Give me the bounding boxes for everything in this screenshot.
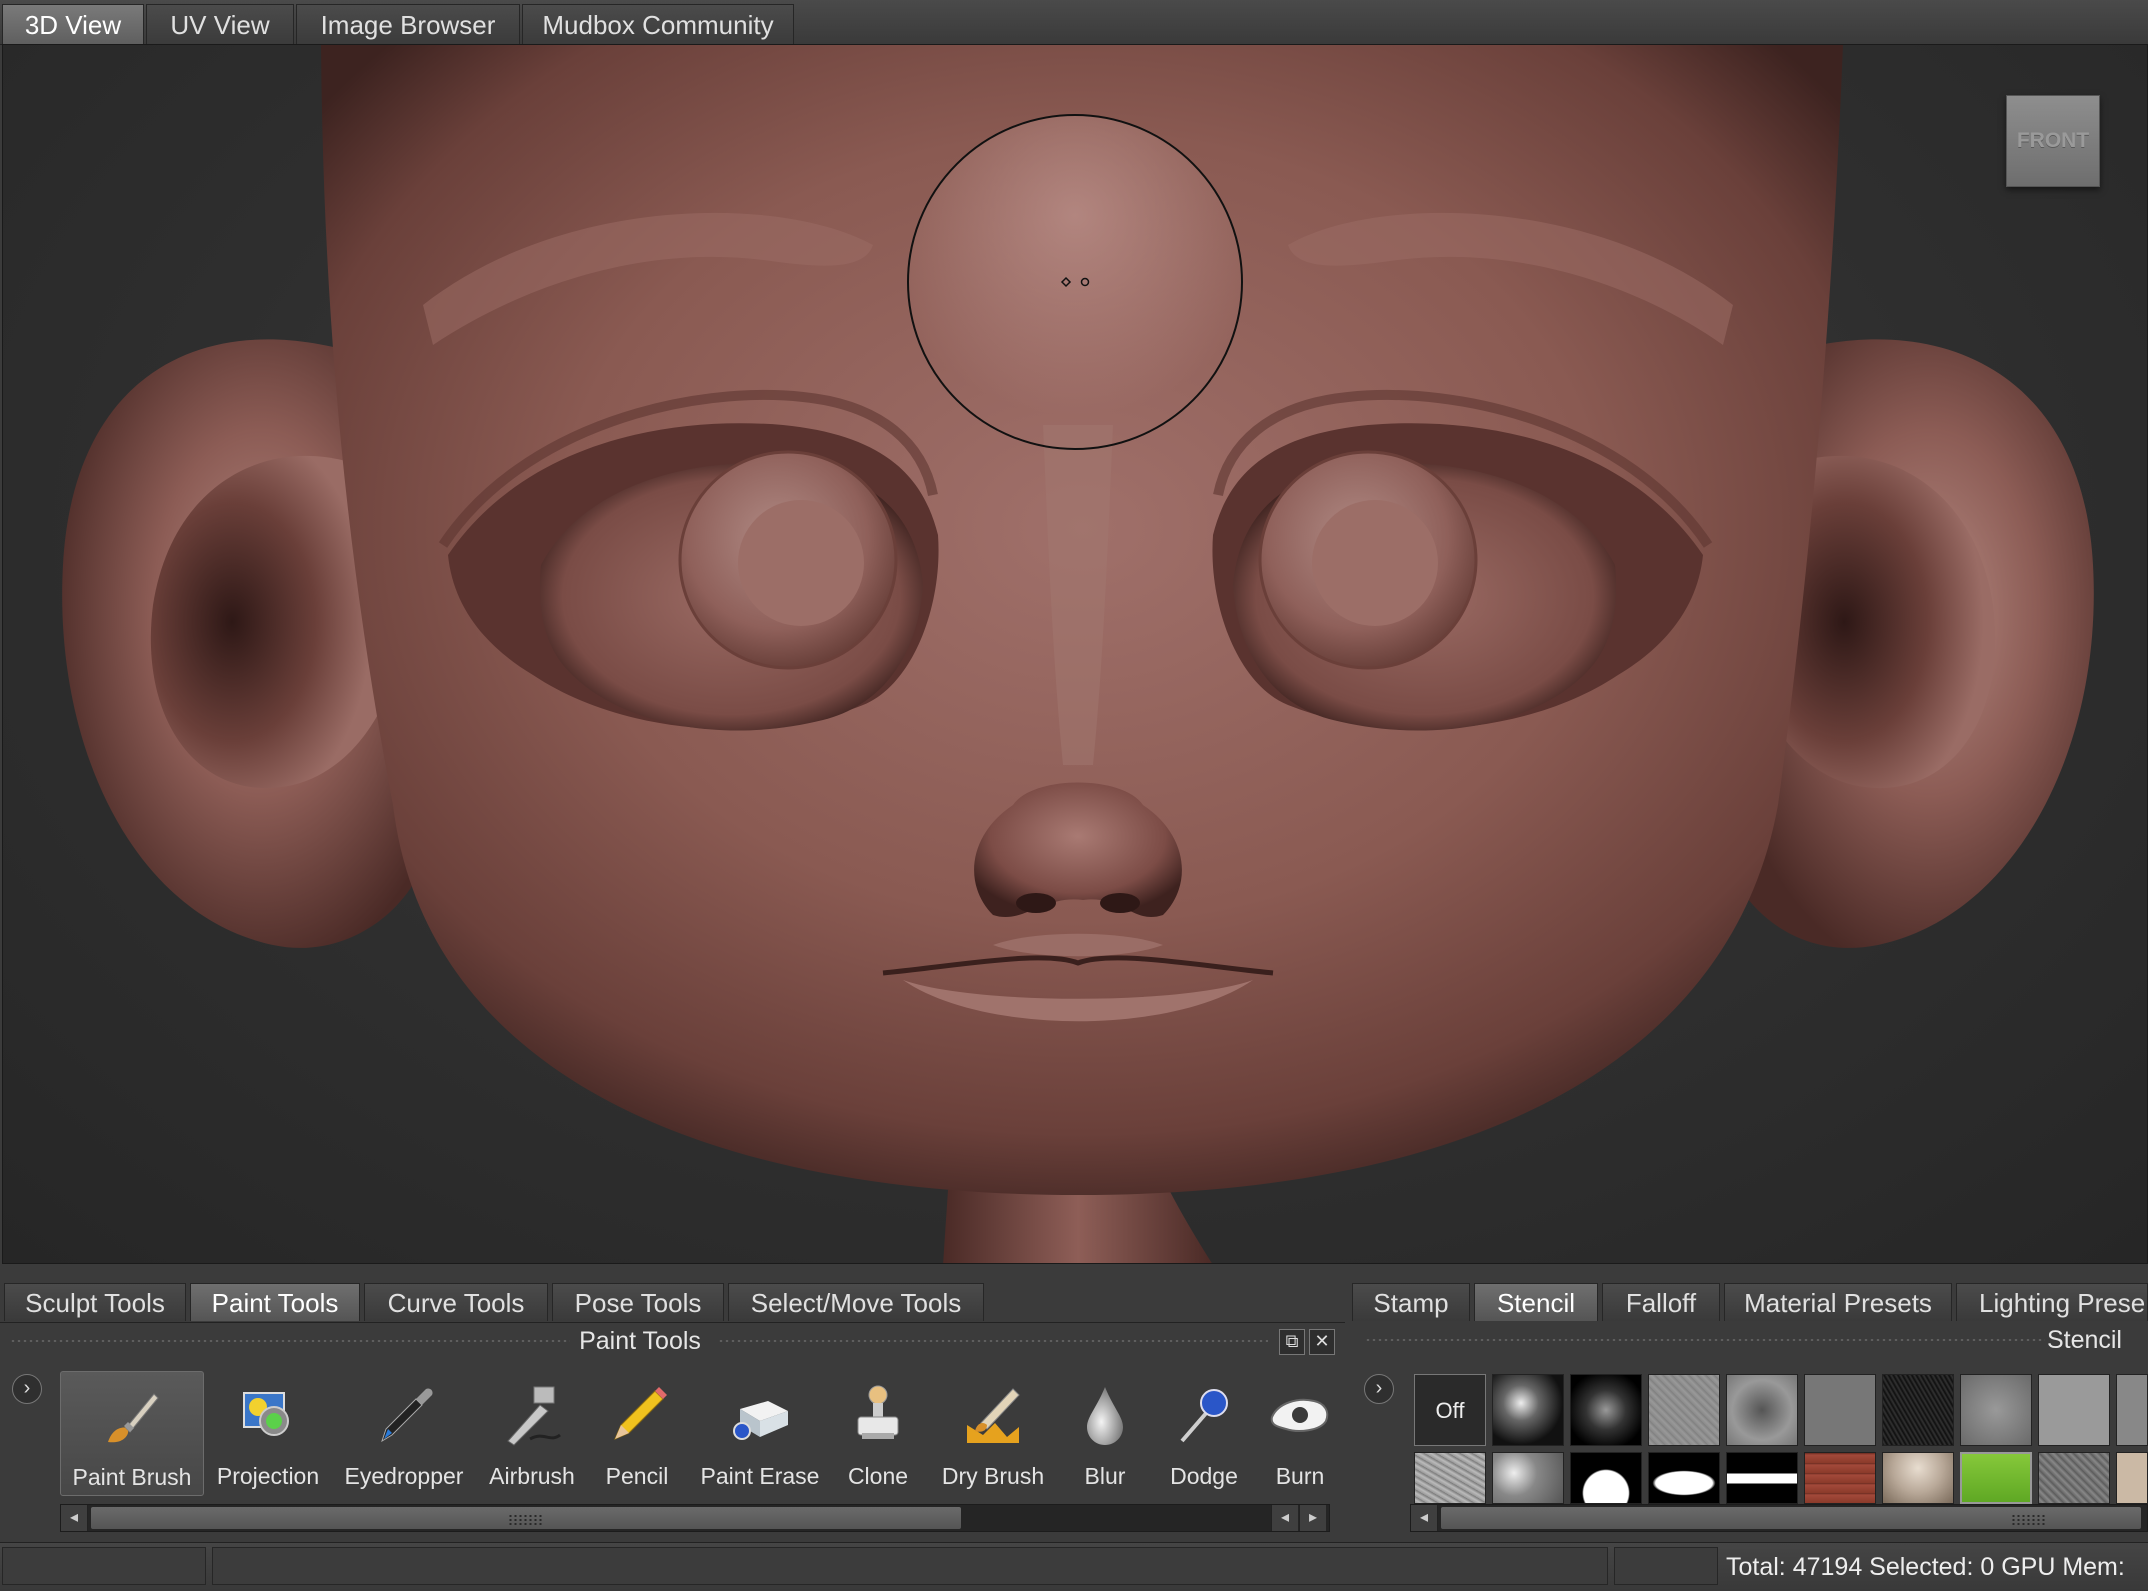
stencil-swatch[interactable] [2116, 1374, 2148, 1446]
tools-scrollbar[interactable]: ◂ ◂ ▸ [60, 1504, 1330, 1532]
stencil-swatch[interactable] [1570, 1374, 1642, 1446]
stencil-swatch[interactable] [1414, 1452, 1486, 1504]
dodge-icon [1180, 1389, 1228, 1443]
paint-erase-icon [733, 1401, 788, 1440]
stencil-swatch[interactable] [1648, 1452, 1720, 1504]
view-tab-bar: 3D View UV View Image Browser Mudbox Com… [0, 0, 2148, 45]
stencil-swatch[interactable] [1570, 1452, 1642, 1504]
tab-material-presets[interactable]: Material Presets [1724, 1283, 1952, 1321]
stencil-swatch[interactable] [1492, 1374, 1564, 1446]
stencil-off-swatch[interactable]: Off [1414, 1374, 1486, 1446]
stencil-swatch[interactable] [2038, 1452, 2110, 1504]
tab-select-move-tools[interactable]: Select/Move Tools [728, 1283, 984, 1321]
header-grip [1365, 1338, 2045, 1342]
stencil-swatch[interactable] [1804, 1452, 1876, 1504]
tool-pencil[interactable]: Pencil [582, 1371, 692, 1496]
stencil-swatch[interactable] [2116, 1452, 2148, 1504]
tool-airbrush[interactable]: Airbrush [462, 1371, 602, 1496]
sculpt-head-model[interactable] [3, 45, 2148, 1264]
tab-sculpt-tools[interactable]: Sculpt Tools [4, 1283, 186, 1321]
tool-label: Blur [1084, 1463, 1126, 1489]
stencil-swatch[interactable] [1648, 1374, 1720, 1446]
grip-icon [508, 1514, 544, 1526]
burn-icon [1270, 1398, 1329, 1432]
tool-label: Pencil [605, 1463, 669, 1489]
tool-label: Airbrush [489, 1463, 575, 1489]
tool-label: Clone [847, 1463, 909, 1489]
stencil-swatch[interactable] [1726, 1374, 1798, 1446]
tab-curve-tools[interactable]: Curve Tools [364, 1283, 548, 1321]
grip-icon [2011, 1514, 2047, 1526]
tab-image-browser[interactable]: Image Browser [296, 4, 520, 44]
tool-label: Dodge [1170, 1463, 1238, 1489]
scroll-thumb[interactable] [91, 1507, 961, 1529]
stencil-title: Stencil [2046, 1326, 2122, 1354]
status-field [1614, 1547, 1718, 1585]
status-message-field [212, 1547, 1608, 1585]
header-grip [718, 1339, 1268, 1343]
stencil-swatch[interactable] [1492, 1452, 1564, 1504]
tab-stamp[interactable]: Stamp [1352, 1283, 1470, 1321]
tool-label: Paint Brush [72, 1464, 192, 1490]
tab-pose-tools[interactable]: Pose Tools [552, 1283, 724, 1321]
scroll-thumb[interactable] [1441, 1507, 2141, 1529]
stencil-scrollbar[interactable]: ◂ [1410, 1504, 2148, 1532]
tab-stencil[interactable]: Stencil [1474, 1283, 1598, 1321]
expand-tray-icon[interactable]: › [12, 1374, 42, 1404]
stencil-swatch[interactable] [1726, 1452, 1798, 1504]
3d-viewport[interactable]: FRONT [2, 44, 2148, 1264]
tool-dodge[interactable]: Dodge [1150, 1371, 1258, 1496]
tool-projection[interactable]: Projection [196, 1371, 340, 1496]
stencil-swatch[interactable] [1804, 1374, 1876, 1446]
tool-label: Eyedropper [344, 1463, 464, 1489]
view-cube[interactable]: FRONT [2006, 95, 2100, 187]
tool-paint-brush[interactable]: Paint Brush [60, 1371, 204, 1496]
float-tray-icon[interactable]: ⧉ [1279, 1329, 1305, 1355]
scroll-left-arrow[interactable]: ◂ [61, 1505, 88, 1531]
scroll-right-arrow[interactable]: ▸ [1299, 1505, 1326, 1531]
stencil-swatch[interactable] [1960, 1374, 2032, 1446]
dry-brush-icon [967, 1388, 1020, 1443]
tool-label: Burn [1275, 1463, 1325, 1489]
tool-dry-brush[interactable]: Dry Brush [922, 1371, 1064, 1496]
scroll-left-arrow[interactable]: ◂ [1411, 1505, 1438, 1531]
blur-icon [1087, 1387, 1123, 1445]
tab-3d-view[interactable]: 3D View [2, 4, 144, 44]
stencil-swatch[interactable] [1882, 1452, 1954, 1504]
projection-icon [243, 1392, 289, 1436]
stencil-tray-header: Stencil [1355, 1322, 2148, 1358]
scroll-left-arrow[interactable]: ◂ [1271, 1505, 1298, 1531]
tab-mudbox-community[interactable]: Mudbox Community [522, 4, 794, 44]
clone-icon [857, 1385, 899, 1439]
expand-stencil-icon[interactable]: › [1364, 1374, 1394, 1404]
stencil-swatch[interactable] [1960, 1452, 2032, 1504]
tool-label: Paint Erase [700, 1463, 820, 1489]
tool-clone[interactable]: Clone [828, 1371, 928, 1496]
eyedropper-icon [381, 1388, 433, 1443]
tool-burn[interactable]: Burn [1250, 1371, 1350, 1496]
paint-tools-tray-header: Paint Tools ⧉ ✕ [0, 1322, 1345, 1359]
tool-eyedropper[interactable]: Eyedropper [332, 1371, 476, 1496]
stencil-swatch[interactable] [2038, 1374, 2110, 1446]
tool-label: Dry Brush [941, 1463, 1045, 1489]
status-stats: Total: 47194 Selected: 0 GPU Mem: [1726, 1553, 2125, 1581]
status-field [2, 1547, 206, 1585]
airbrush-icon [507, 1386, 561, 1446]
close-tray-icon[interactable]: ✕ [1309, 1329, 1335, 1355]
tab-paint-tools[interactable]: Paint Tools [190, 1283, 360, 1321]
stencil-swatch[interactable] [1882, 1374, 1954, 1446]
status-bar: Total: 47194 Selected: 0 GPU Mem: [0, 1542, 2148, 1591]
tab-lighting-presets[interactable]: Lighting Prese [1956, 1283, 2148, 1321]
tab-falloff[interactable]: Falloff [1602, 1283, 1720, 1321]
tab-uv-view[interactable]: UV View [146, 4, 294, 44]
tool-blur[interactable]: Blur [1060, 1371, 1150, 1496]
pencil-icon [614, 1387, 667, 1440]
tool-paint-erase[interactable]: Paint Erase [690, 1371, 830, 1496]
paint-brush-icon [108, 1393, 159, 1443]
tool-label: Projection [216, 1463, 320, 1489]
